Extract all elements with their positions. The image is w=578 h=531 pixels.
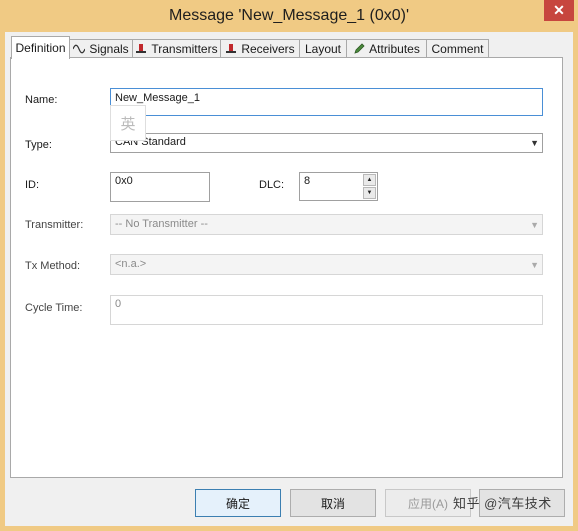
type-select[interactable]: CAN Standard ▼ (110, 133, 543, 153)
transmitter-label: Transmitter: (25, 219, 84, 231)
ok-label: 确定 (225, 496, 250, 511)
ok-button[interactable]: 确定 (195, 489, 281, 517)
spin-down-button[interactable]: ▼ (363, 187, 376, 199)
cycle-time-label: Cycle Time: (25, 302, 83, 314)
dlc-label: DLC: (259, 179, 285, 191)
tab-label: Definition (15, 41, 66, 55)
tab-label: Attributes (369, 42, 420, 56)
dlc-spinner: ▲ ▼ (363, 174, 376, 199)
name-value: New_Message_1 (115, 92, 200, 104)
tab-label: Transmitters (151, 42, 218, 56)
dlc-value: 8 (304, 175, 311, 187)
tx-method-value: <n.a.> (115, 258, 147, 270)
title-bar: Message 'New_Message_1 (0x0)' ✕ (0, 0, 578, 32)
id-value: 0x0 (115, 175, 133, 187)
tab-label: Signals (89, 42, 129, 56)
tx-method-label: Tx Method: (25, 260, 81, 272)
pencil-icon (353, 43, 365, 55)
type-label: Type: (25, 139, 52, 151)
dialog-client: Definition Signals Transmitters Receiver… (5, 32, 573, 526)
dlc-stepper[interactable]: 8 ▲ ▼ (299, 172, 378, 201)
chevron-down-icon: ▼ (530, 138, 539, 148)
name-input[interactable]: New_Message_1 (110, 88, 543, 116)
signal-wave-icon (73, 43, 86, 55)
tab-comment[interactable]: Comment (426, 39, 489, 58)
tab-label: Receivers (241, 42, 295, 56)
id-label: ID: (25, 179, 40, 191)
tab-attributes[interactable]: Attributes (346, 39, 427, 58)
spin-up-button[interactable]: ▲ (363, 174, 376, 186)
transmitter-select[interactable]: -- No Transmitter -- ▼ (110, 214, 543, 235)
antenna-icon (135, 43, 147, 55)
tab-definition[interactable]: Definition (11, 36, 70, 59)
antenna-icon (225, 43, 237, 55)
chevron-down-icon: ▼ (530, 259, 539, 270)
cancel-label: 取消 (320, 496, 345, 511)
tab-signals[interactable]: Signals (69, 39, 133, 58)
tab-label: Layout (304, 42, 342, 56)
tab-transmitters[interactable]: Transmitters (132, 39, 221, 58)
window-title: Message 'New_Message_1 (0x0)' (169, 7, 409, 24)
ime-indicator: 英 (110, 105, 146, 141)
cycle-time-value: 0 (115, 298, 122, 310)
chevron-down-icon: ▼ (530, 219, 539, 230)
close-icon: ✕ (553, 2, 565, 18)
transmitter-value: -- No Transmitter -- (115, 218, 208, 230)
watermark: 知乎 @汽车技术 (453, 496, 552, 511)
tab-layout[interactable]: Layout (299, 39, 347, 58)
close-button[interactable]: ✕ (544, 0, 574, 21)
cancel-button[interactable]: 取消 (290, 489, 376, 517)
cycle-time-input[interactable]: 0 (110, 295, 543, 325)
apply-label: 应用(A) (408, 496, 448, 511)
id-input[interactable]: 0x0 (110, 172, 210, 202)
tab-receivers[interactable]: Receivers (220, 39, 300, 58)
tab-label: Comment (431, 42, 484, 56)
tx-method-select[interactable]: <n.a.> ▼ (110, 254, 543, 275)
name-label: Name: (25, 94, 58, 106)
